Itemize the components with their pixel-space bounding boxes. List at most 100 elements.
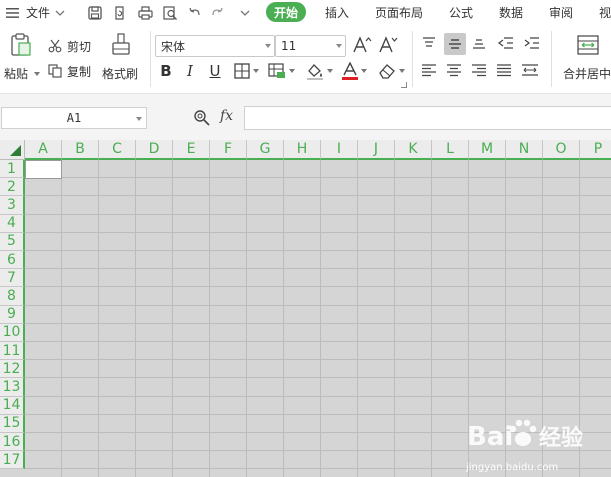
undo-icon[interactable] xyxy=(186,0,204,25)
name-box[interactable]: A1 xyxy=(1,107,147,129)
italic-button[interactable]: I xyxy=(181,62,199,80)
tab-insert[interactable]: 插入 xyxy=(325,0,349,25)
row-header-16[interactable]: 16 xyxy=(0,433,25,452)
column-header-a[interactable]: A xyxy=(25,140,62,160)
redo-icon[interactable] xyxy=(208,0,226,25)
magnifier-icon xyxy=(194,110,210,126)
file-menu-label: 文件 xyxy=(26,6,51,20)
column-header-b[interactable]: B xyxy=(62,140,99,160)
font-color-button[interactable] xyxy=(342,62,367,80)
column-header-m[interactable]: M xyxy=(469,140,506,160)
increase-indent-button[interactable] xyxy=(524,36,542,54)
chevron-down-icon xyxy=(253,69,259,73)
print-icon[interactable] xyxy=(136,0,154,25)
justify-button[interactable] xyxy=(496,63,514,81)
column-header-h[interactable]: H xyxy=(284,140,321,160)
column-header-g[interactable]: G xyxy=(247,140,284,160)
row-header-2[interactable]: 2 xyxy=(0,178,25,197)
tab-formulas[interactable]: 公式 xyxy=(449,0,473,25)
column-header-o[interactable]: O xyxy=(543,140,580,160)
row-header-1[interactable]: 1 xyxy=(0,160,25,179)
chevron-down-icon xyxy=(399,69,405,73)
format-painter-button[interactable]: 格式刷 xyxy=(102,33,142,83)
bold-button[interactable]: B xyxy=(157,62,175,80)
align-right-button[interactable] xyxy=(471,63,489,81)
decrease-indent-button[interactable] xyxy=(498,36,516,54)
distributed-align-button[interactable] xyxy=(521,63,541,81)
merge-center-button[interactable]: 合并居中 xyxy=(560,33,611,83)
row-header-15[interactable]: 15 xyxy=(0,414,25,433)
align-bottom-icon xyxy=(473,39,485,49)
gridline-horizontal xyxy=(25,304,611,306)
gridline-horizontal xyxy=(25,359,611,361)
font-group-expander-icon[interactable] xyxy=(401,82,407,88)
fill-color-button[interactable] xyxy=(306,62,333,80)
insert-function-button[interactable]: fx xyxy=(220,108,233,124)
row-header-12[interactable]: 12 xyxy=(0,360,25,379)
baidu-watermark: Bai 经验 jingyan.baidu.com xyxy=(463,405,611,477)
align-bottom-button[interactable] xyxy=(471,36,489,54)
align-right-icon xyxy=(472,64,486,77)
align-middle-icon xyxy=(449,39,461,49)
tab-review[interactable]: 审阅 xyxy=(549,0,573,25)
tab-data[interactable]: 数据 xyxy=(499,0,523,25)
borders-button[interactable] xyxy=(234,63,259,79)
select-all-icon xyxy=(10,145,21,156)
row-header-4[interactable]: 4 xyxy=(0,214,25,233)
gridline-horizontal xyxy=(25,250,611,251)
column-header-i[interactable]: I xyxy=(321,140,358,160)
column-header-d[interactable]: D xyxy=(136,140,173,160)
row-header-6[interactable]: 6 xyxy=(0,251,25,270)
chevron-down-icon xyxy=(336,44,342,48)
font-name-select[interactable]: 宋体 xyxy=(155,35,275,57)
tab-home[interactable]: 开始 xyxy=(266,2,307,22)
copy-button[interactable]: 复制 xyxy=(48,62,91,80)
underline-button[interactable]: U xyxy=(206,62,224,80)
column-header-l[interactable]: L xyxy=(432,140,469,160)
select-all-button[interactable] xyxy=(0,140,25,160)
zoom-function-button[interactable] xyxy=(193,109,211,130)
tab-view[interactable]: 视 xyxy=(599,0,611,25)
paste-button[interactable]: 粘贴 xyxy=(4,33,40,83)
row-header-7[interactable]: 7 xyxy=(0,269,25,288)
row-header-17[interactable]: 17 xyxy=(0,451,25,470)
increase-indent-icon xyxy=(524,37,539,49)
font-size-select[interactable]: 11 xyxy=(275,35,346,57)
svg-text:经验: 经验 xyxy=(539,425,583,451)
cut-button[interactable]: 剪切 xyxy=(48,37,91,55)
quick-access-more-icon[interactable] xyxy=(236,0,254,25)
column-header-j[interactable]: J xyxy=(358,140,395,160)
active-cell[interactable] xyxy=(25,160,62,179)
row-header-3[interactable]: 3 xyxy=(0,196,25,215)
row-header-8[interactable]: 8 xyxy=(0,287,25,306)
row-header-5[interactable]: 5 xyxy=(0,232,25,251)
hamburger-icon xyxy=(6,7,19,18)
clear-format-button[interactable] xyxy=(378,63,405,79)
grow-font-button[interactable] xyxy=(352,35,372,57)
formula-input[interactable] xyxy=(244,106,611,130)
column-header-n[interactable]: N xyxy=(506,140,543,160)
align-left-button[interactable] xyxy=(421,63,439,81)
save-icon[interactable] xyxy=(86,0,104,25)
column-header-k[interactable]: K xyxy=(395,140,432,160)
row-header-14[interactable]: 14 xyxy=(0,396,25,415)
row-header-11[interactable]: 11 xyxy=(0,342,25,361)
align-top-button[interactable] xyxy=(421,36,439,54)
row-header-13[interactable]: 13 xyxy=(0,378,25,397)
column-header-f[interactable]: F xyxy=(210,140,247,160)
align-middle-button[interactable] xyxy=(444,33,466,55)
column-header-e[interactable]: E xyxy=(173,140,210,160)
tab-page-layout[interactable]: 页面布局 xyxy=(375,0,423,25)
shrink-font-button[interactable] xyxy=(378,35,398,57)
column-header-p[interactable]: P xyxy=(580,140,611,160)
print-preview-icon[interactable] xyxy=(161,0,179,25)
column-header-c[interactable]: C xyxy=(99,140,136,160)
row-header-9[interactable]: 9 xyxy=(0,305,25,324)
row-header-10[interactable]: 10 xyxy=(0,323,25,342)
file-menu-button[interactable]: 文件 xyxy=(6,0,65,25)
align-center-button[interactable] xyxy=(446,63,464,81)
chevron-down-icon xyxy=(327,69,333,73)
cell-style-button[interactable] xyxy=(268,63,295,79)
copy-icon xyxy=(48,64,62,78)
export-pdf-icon[interactable] xyxy=(111,0,129,25)
